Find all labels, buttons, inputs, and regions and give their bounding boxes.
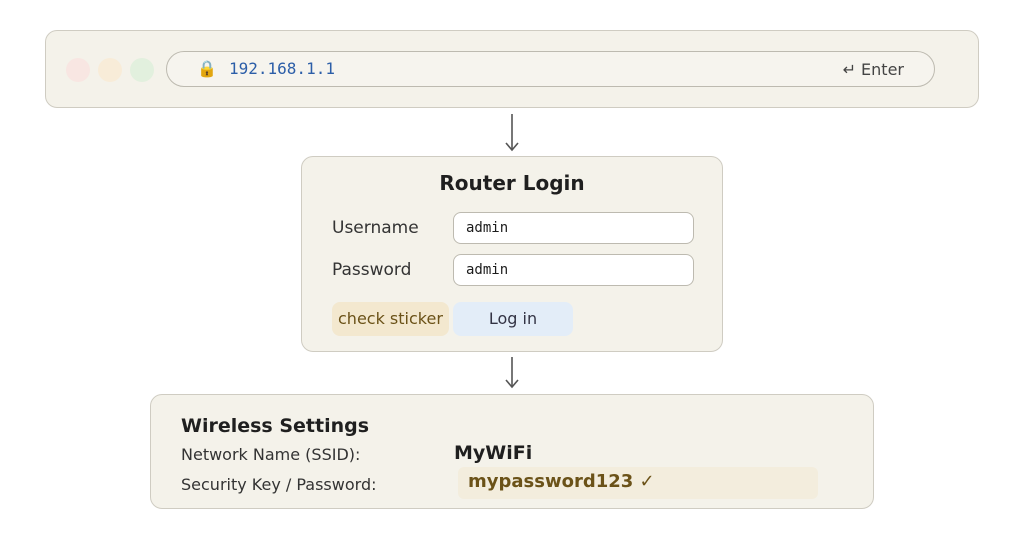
down-arrow-icon xyxy=(505,114,519,152)
security-key-label: Security Key / Password: xyxy=(181,475,377,494)
wireless-title: Wireless Settings xyxy=(181,415,370,437)
security-key-highlight: mypassword123 ✓ xyxy=(458,467,818,499)
window-maximize-dot[interactable] xyxy=(130,58,154,82)
wireless-settings-panel: Wireless Settings Network Name (SSID): M… xyxy=(150,394,874,509)
window-close-dot[interactable] xyxy=(66,58,90,82)
login-button[interactable]: Log in xyxy=(453,302,573,336)
window-minimize-dot[interactable] xyxy=(98,58,122,82)
url-input[interactable]: 🔒 192.168.1.1 ↵ Enter xyxy=(166,51,935,87)
login-title: Router Login xyxy=(439,171,585,195)
browser-address-bar-panel: 🔒 192.168.1.1 ↵ Enter xyxy=(45,30,979,108)
enter-key-hint[interactable]: ↵ Enter xyxy=(843,60,904,80)
password-input[interactable]: admin xyxy=(453,254,694,286)
password-label: Password xyxy=(332,260,412,280)
down-arrow-icon xyxy=(505,357,519,389)
ssid-label: Network Name (SSID): xyxy=(181,445,361,464)
url-text: 192.168.1.1 xyxy=(229,59,335,78)
ssid-value: MyWiFi xyxy=(454,442,533,464)
username-label: Username xyxy=(332,218,419,238)
username-input[interactable]: admin xyxy=(453,212,694,244)
router-login-panel: Router Login Username admin Password adm… xyxy=(301,156,723,352)
check-sticker-badge: check sticker xyxy=(332,302,449,336)
lock-icon: 🔒 xyxy=(197,59,217,78)
security-key-value: mypassword123 ✓ xyxy=(468,471,655,492)
